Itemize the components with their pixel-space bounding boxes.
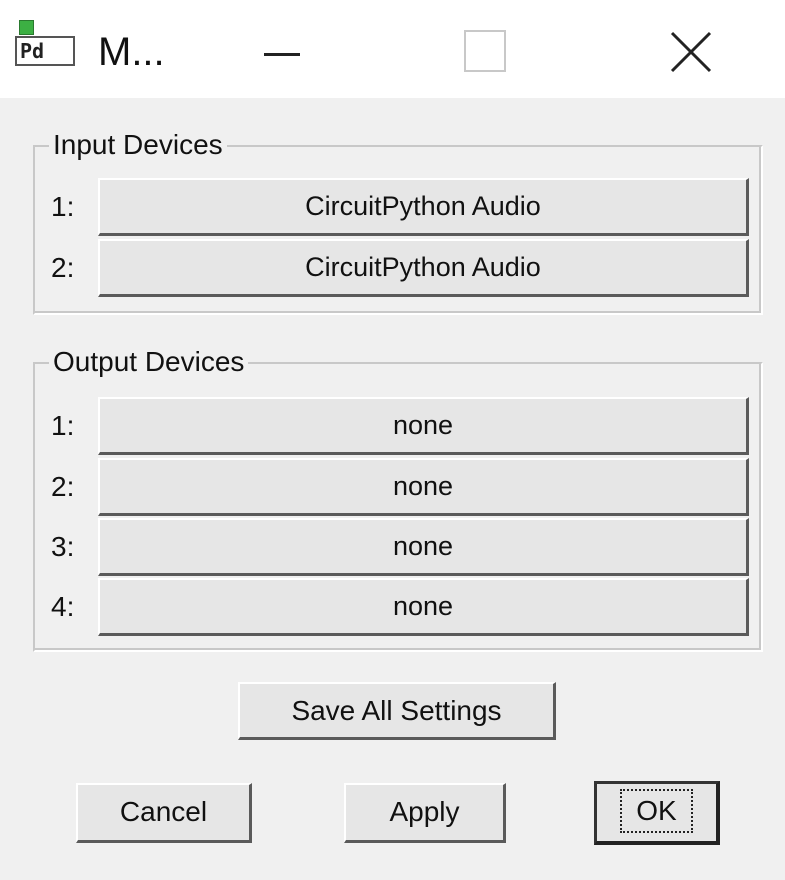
output-device-number: 3:	[51, 531, 75, 562]
window-title: M...	[98, 30, 165, 74]
output-device-select-2[interactable]: none	[98, 458, 749, 516]
output-device-select-3[interactable]: none	[98, 518, 749, 576]
pd-app-icon[interactable]: Pd	[15, 20, 79, 70]
output-devices-group: Output Devices 1: none 2: none 3: none 4…	[33, 342, 763, 652]
app-icon-label: Pd	[15, 36, 75, 66]
input-device-select-2[interactable]: CircuitPython Audio	[98, 239, 749, 297]
ok-button-label: OK	[620, 789, 693, 833]
output-device-number: 4:	[51, 591, 75, 622]
output-device-row: 1: none	[35, 396, 763, 456]
cancel-button[interactable]: Cancel	[76, 783, 252, 843]
maximize-button[interactable]	[450, 20, 520, 80]
input-device-row: 2: CircuitPython Audio	[35, 238, 763, 298]
output-device-select-4[interactable]: none	[98, 578, 749, 636]
output-device-row: 3: none	[35, 517, 763, 577]
title-bar: Pd M...	[0, 0, 785, 98]
output-device-number: 2:	[51, 471, 75, 502]
app-icon-dot	[19, 20, 34, 35]
output-device-number: 1:	[51, 410, 75, 441]
input-device-row: 1: CircuitPython Audio	[35, 177, 763, 237]
minimize-button[interactable]	[252, 20, 312, 80]
save-all-settings-button[interactable]: Save All Settings	[238, 682, 556, 740]
close-button[interactable]	[655, 20, 730, 80]
input-device-number: 1:	[51, 191, 75, 222]
close-icon	[670, 31, 712, 73]
input-devices-label: Input Devices	[49, 125, 227, 165]
output-device-select-1[interactable]: none	[98, 397, 749, 455]
input-device-select-1[interactable]: CircuitPython Audio	[98, 178, 749, 236]
input-devices-group: Input Devices 1: CircuitPython Audio 2: …	[33, 125, 763, 315]
output-device-row: 2: none	[35, 457, 763, 517]
output-device-row: 4: none	[35, 577, 763, 637]
output-devices-label: Output Devices	[49, 342, 249, 382]
ok-button[interactable]: OK	[594, 781, 720, 845]
input-device-number: 2:	[51, 252, 75, 283]
apply-button[interactable]: Apply	[344, 783, 506, 843]
